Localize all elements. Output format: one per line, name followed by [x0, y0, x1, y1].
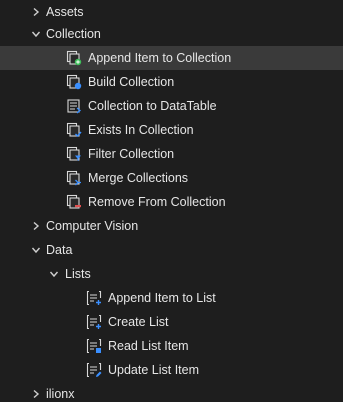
- tree-node-data[interactable]: Data: [0, 238, 343, 262]
- list-append-icon: [86, 290, 102, 306]
- activities-tree: Assets Collection Append Item to Collect…: [0, 0, 343, 402]
- collection-build-icon: [66, 74, 82, 90]
- tree-node-computer-vision[interactable]: Computer Vision: [0, 214, 343, 238]
- activity-label: Merge Collections: [88, 171, 189, 185]
- activity-label: Append Item to Collection: [88, 51, 232, 65]
- activity-merge-collections[interactable]: Merge Collections: [0, 166, 343, 190]
- activity-label: Collection to DataTable: [88, 99, 217, 113]
- tree-node-label: Computer Vision: [46, 219, 139, 233]
- chevron-right-icon[interactable]: [30, 220, 42, 232]
- activity-label: Filter Collection: [88, 147, 175, 161]
- tree-node-label: Collection: [46, 27, 101, 41]
- activity-filter-collection[interactable]: Filter Collection: [0, 142, 343, 166]
- activity-append-item-to-collection[interactable]: Append Item to Collection: [0, 46, 343, 70]
- chevron-down-icon[interactable]: [48, 268, 60, 280]
- activity-remove-from-collection[interactable]: Remove From Collection: [0, 190, 343, 214]
- collection-filter-icon: [66, 146, 82, 162]
- activity-label: Create List: [108, 315, 169, 329]
- activity-create-list[interactable]: Create List: [0, 310, 343, 334]
- activity-exists-in-collection[interactable]: Exists In Collection: [0, 118, 343, 142]
- tree-node-assets[interactable]: Assets: [0, 0, 343, 24]
- chevron-right-icon[interactable]: [30, 388, 42, 400]
- list-update-icon: [86, 362, 102, 378]
- tree-node-collection[interactable]: Collection: [0, 22, 343, 46]
- activity-update-list-item[interactable]: Update List Item: [0, 358, 343, 382]
- activity-collection-to-datatable[interactable]: Collection to DataTable: [0, 94, 343, 118]
- activity-append-item-to-list[interactable]: Append Item to List: [0, 286, 343, 310]
- activity-label: Exists In Collection: [88, 123, 194, 137]
- tree-node-label: Data: [46, 243, 73, 257]
- tree-node-ilionx[interactable]: ilionx: [0, 382, 343, 402]
- tree-node-label: Lists: [65, 267, 91, 281]
- chevron-right-icon[interactable]: [30, 6, 42, 18]
- collection-append-icon: [66, 50, 82, 66]
- list-read-icon: [86, 338, 102, 354]
- tree-node-label: ilionx: [46, 387, 75, 401]
- activity-label: Update List Item: [108, 363, 200, 377]
- tree-node-lists[interactable]: Lists: [0, 262, 343, 286]
- collection-to-datatable-icon: [66, 98, 82, 114]
- list-create-icon: [86, 314, 102, 330]
- collection-exists-icon: [66, 122, 82, 138]
- tree-node-label: Assets: [46, 5, 84, 19]
- collection-remove-icon: [66, 194, 82, 210]
- activity-label: Remove From Collection: [88, 195, 226, 209]
- activity-build-collection[interactable]: Build Collection: [0, 70, 343, 94]
- activity-label: Read List Item: [108, 339, 189, 353]
- activity-read-list-item[interactable]: Read List Item: [0, 334, 343, 358]
- chevron-down-icon[interactable]: [30, 28, 42, 40]
- chevron-down-icon[interactable]: [30, 244, 42, 256]
- activity-label: Build Collection: [88, 75, 175, 89]
- collection-merge-icon: [66, 170, 82, 186]
- activity-label: Append Item to List: [108, 291, 216, 305]
